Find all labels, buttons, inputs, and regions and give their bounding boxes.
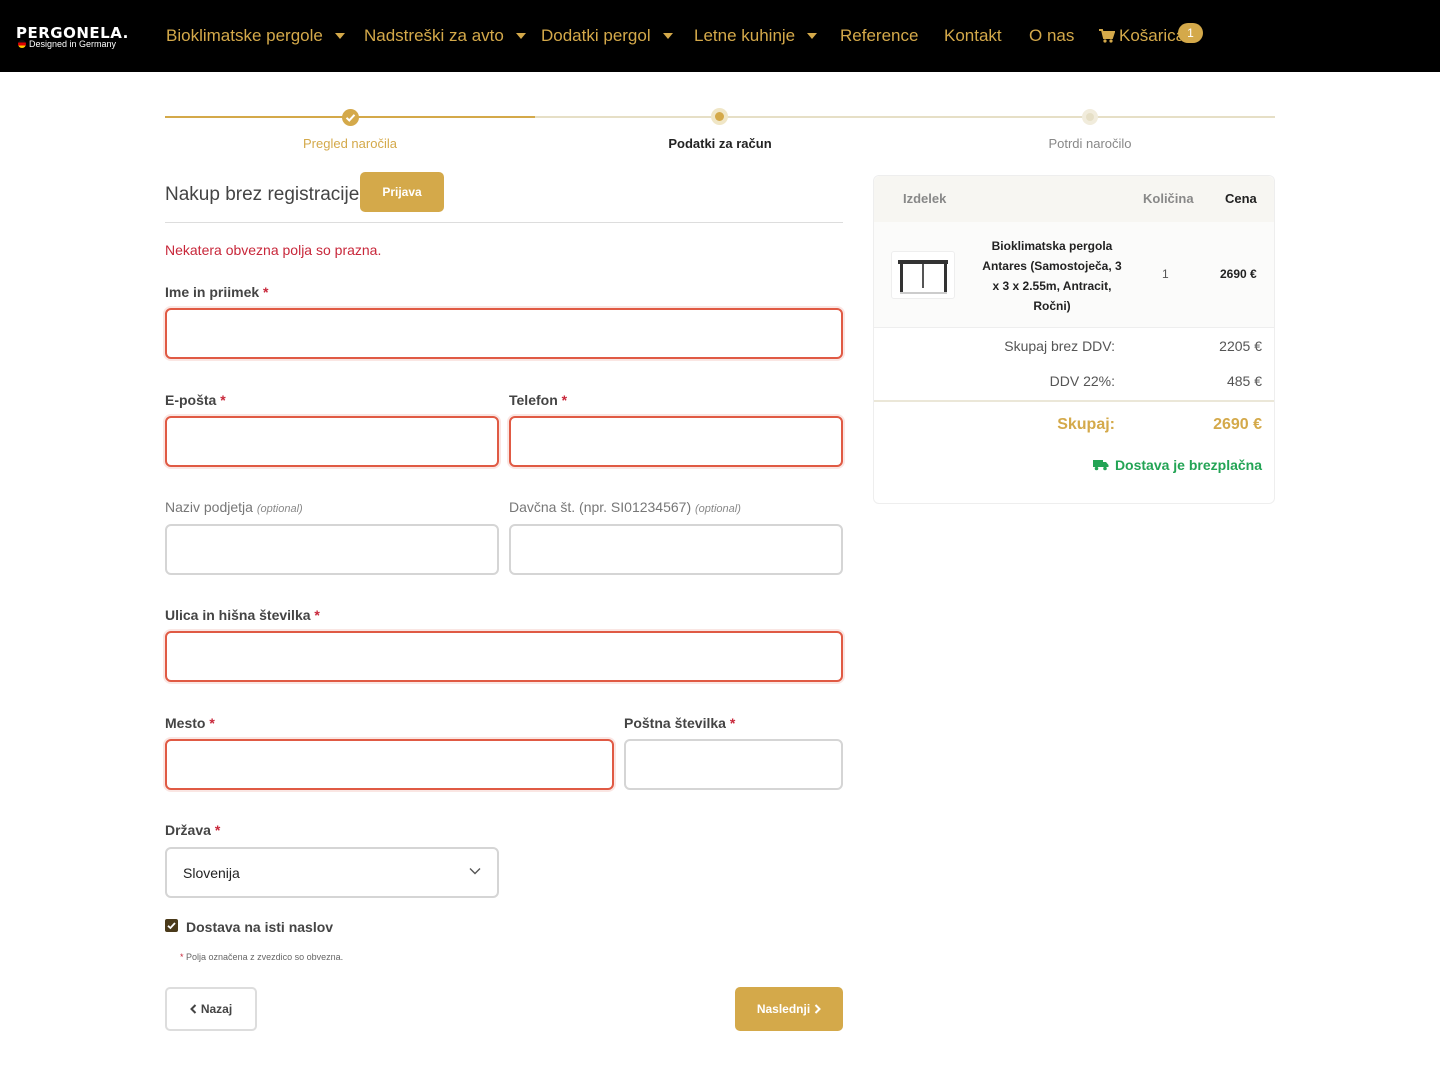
street-field[interactable] bbox=[167, 633, 841, 680]
email-field[interactable] bbox=[167, 418, 497, 465]
city-field[interactable] bbox=[167, 741, 612, 788]
brand-tagline: Designed in Germany bbox=[29, 39, 117, 49]
order-summary: Izdelek Količina Cena Bioklimatska pergo… bbox=[873, 175, 1275, 504]
shopping-cart-icon bbox=[1099, 29, 1115, 43]
nav-item-reference[interactable]: Reference bbox=[840, 26, 918, 46]
email-label: E-pošta * bbox=[165, 392, 226, 408]
name-field[interactable] bbox=[167, 310, 841, 357]
summary-divider bbox=[874, 400, 1274, 402]
summary-header: Izdelek Količina Cena bbox=[874, 176, 1274, 222]
company-label: Naziv podjetja (optional) bbox=[165, 499, 303, 515]
back-button[interactable]: Nazaj bbox=[165, 987, 257, 1031]
step-pending-dot bbox=[1082, 109, 1098, 125]
postal-field[interactable] bbox=[626, 741, 841, 788]
check-icon bbox=[345, 114, 356, 122]
vat-field[interactable] bbox=[511, 526, 841, 573]
subtotal-value: 2205 € bbox=[1219, 338, 1262, 354]
subtotal-label: Skupaj brez DDV: bbox=[1004, 338, 1115, 354]
product-quantity: 1 bbox=[1162, 267, 1169, 281]
country-label: Država * bbox=[165, 822, 221, 838]
step-active-dot bbox=[711, 108, 728, 125]
vat-label-summary: DDV 22%: bbox=[1049, 373, 1115, 389]
header-price: Cena bbox=[1225, 191, 1257, 206]
header-product: Izdelek bbox=[903, 191, 947, 206]
city-label: Mesto * bbox=[165, 715, 215, 731]
name-field-wrapper bbox=[165, 308, 843, 359]
cart-label: Košarica bbox=[1119, 26, 1186, 45]
city-field-wrapper bbox=[165, 739, 614, 790]
summary-item-row: Bioklimatska pergola Antares (Samostoječ… bbox=[874, 222, 1274, 328]
navbar: PERGONELA. Designed in Germany Bioklimat… bbox=[0, 0, 1440, 72]
nav-item-label: Kontakt bbox=[944, 26, 1002, 45]
pergola-image bbox=[898, 260, 948, 294]
divider bbox=[165, 222, 843, 223]
chevron-right-icon bbox=[814, 1004, 822, 1014]
name-label: Ime in priimek * bbox=[165, 284, 269, 300]
caret-down-icon bbox=[662, 33, 673, 39]
nav-item-label: Dodatki pergol bbox=[541, 26, 651, 45]
phone-field[interactable] bbox=[511, 418, 841, 465]
login-button[interactable]: Prijava bbox=[360, 172, 444, 212]
error-message: Nekatera obvezna polja so prazna. bbox=[165, 242, 382, 258]
form-title: Nakup brez registracije ali bbox=[165, 184, 379, 206]
shipping-text: Dostava je brezplačna bbox=[1114, 457, 1262, 473]
email-field-wrapper bbox=[165, 416, 499, 467]
product-name[interactable]: Bioklimatska pergola Antares (Samostoječ… bbox=[982, 236, 1122, 316]
chevron-left-icon bbox=[189, 1004, 197, 1014]
postal-field-wrapper bbox=[624, 739, 843, 790]
company-field-wrapper bbox=[165, 524, 499, 575]
vat-value: 485 € bbox=[1226, 373, 1262, 389]
vat-field-wrapper bbox=[509, 524, 843, 575]
germany-flag-icon bbox=[18, 40, 26, 48]
brand-tagline-row: Designed in Germany bbox=[18, 39, 116, 49]
nav-item-bioklimatske-pergole[interactable]: Bioklimatske pergole bbox=[166, 26, 345, 46]
street-label: Ulica in hišna številka * bbox=[165, 607, 320, 623]
total-value: 2690 € bbox=[1213, 416, 1262, 433]
brand-logo[interactable]: PERGONELA. Designed in Germany bbox=[16, 24, 152, 52]
country-value: Slovenija bbox=[183, 865, 240, 881]
step-done-icon bbox=[342, 109, 359, 126]
phone-label: Telefon * bbox=[509, 392, 568, 408]
next-button-label: Naslednji bbox=[756, 1002, 811, 1016]
company-field[interactable] bbox=[167, 526, 497, 573]
form-title-text: Nakup brez registracije bbox=[165, 184, 360, 205]
step-label-review[interactable]: Pregled naročila bbox=[250, 136, 450, 151]
caret-down-icon bbox=[807, 33, 818, 39]
step-label-billing: Podatki za račun bbox=[668, 136, 772, 151]
postal-label: Poštna številka * bbox=[624, 715, 736, 731]
step-progress-pending bbox=[535, 116, 1275, 118]
nav-item-label: Reference bbox=[840, 26, 919, 45]
nav-item-dodatki-pergol[interactable]: Dodatki pergol bbox=[541, 26, 673, 46]
truck-icon bbox=[1092, 460, 1109, 471]
caret-down-icon bbox=[515, 33, 526, 39]
nav-item-label: Letne kuhinje bbox=[694, 26, 796, 45]
cart-count-badge: 1 bbox=[1178, 23, 1203, 43]
nav-item-letne-kuhinje[interactable]: Letne kuhinje bbox=[694, 26, 818, 46]
nav-item-o-nas[interactable]: O nas bbox=[1029, 26, 1074, 46]
header-quantity: Količina bbox=[1143, 191, 1194, 206]
phone-field-wrapper bbox=[509, 416, 843, 467]
street-field-wrapper bbox=[165, 631, 843, 682]
nav-item-cart[interactable]: Košarica bbox=[1099, 26, 1185, 46]
nav-item-kontakt[interactable]: Kontakt bbox=[944, 26, 1002, 46]
country-select[interactable]: Slovenija bbox=[165, 847, 499, 898]
next-button[interactable]: Naslednji bbox=[735, 987, 843, 1031]
vat-label: Davčna št. (npr. SI01234567) (optional) bbox=[509, 499, 741, 515]
required-note: * Polja označena z zvezdico so obvezna. bbox=[180, 952, 344, 962]
same-address-label[interactable]: Dostava na isti naslov bbox=[186, 919, 333, 935]
nav-item-nadstreski[interactable]: Nadstreški za avto bbox=[364, 26, 526, 46]
product-price: 2690 € bbox=[1220, 267, 1257, 281]
caret-down-icon bbox=[334, 33, 345, 39]
product-thumbnail bbox=[891, 251, 955, 299]
step-label-confirm: Potrdi naročilo bbox=[1048, 136, 1132, 151]
free-shipping-note: Dostava je brezplačna bbox=[1062, 457, 1262, 473]
chevron-down-icon bbox=[469, 868, 481, 875]
total-label: Skupaj: bbox=[1057, 416, 1115, 433]
same-address-checkbox[interactable] bbox=[165, 919, 178, 932]
back-button-label: Nazaj bbox=[200, 1002, 233, 1016]
nav-item-label: O nas bbox=[1029, 26, 1075, 45]
check-icon bbox=[167, 922, 176, 930]
nav-item-label: Bioklimatske pergole bbox=[166, 26, 323, 45]
nav-item-label: Nadstreški za avto bbox=[364, 26, 504, 45]
